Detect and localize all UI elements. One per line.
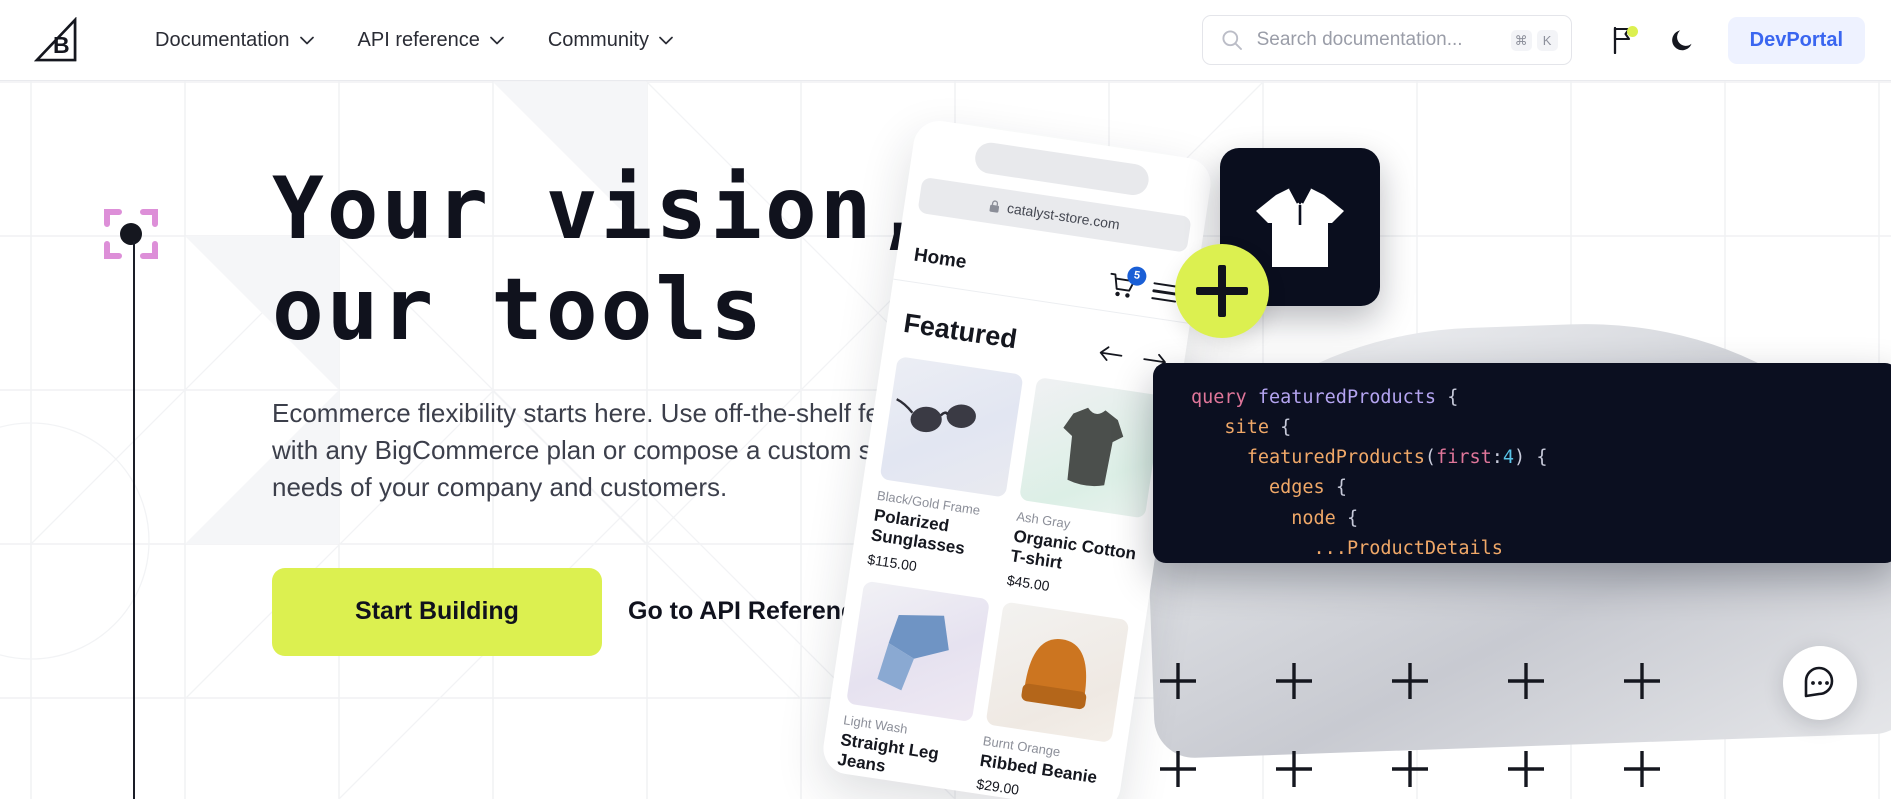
chat-bubble-icon — [1804, 666, 1834, 698]
nav-item-label: API reference — [357, 28, 480, 51]
bigcommerce-logo-icon[interactable]: B — [31, 14, 81, 66]
featured-product-grid: Black/Gold Frame Polarized Sunglasses $1… — [820, 336, 1182, 799]
svg-text:B: B — [53, 32, 70, 58]
focus-reticle-icon — [104, 209, 158, 259]
store-nav-home-link[interactable]: Home — [912, 244, 968, 274]
changelog-flag-button[interactable] — [1600, 17, 1646, 63]
nav-item-documentation[interactable]: Documentation — [133, 21, 336, 60]
product-card[interactable]: Ash Gray Organic Cotton T-shirt $45.00 — [1006, 377, 1163, 606]
chat-widget-button[interactable] — [1783, 646, 1857, 720]
hero-illustration: catalyst-store.com Home 5 Featured Black… — [819, 81, 1891, 799]
nav-item-label: Documentation — [155, 28, 290, 51]
lock-icon — [989, 199, 1000, 213]
shortcut-letter-key: K — [1536, 29, 1558, 51]
notification-badge-dot — [1626, 26, 1638, 37]
chevron-down-icon — [299, 36, 314, 44]
main-navigation: Documentation API reference Community — [133, 21, 695, 60]
reticle-stem-line — [133, 241, 135, 799]
header-actions: Search documentation... ⌘ K DevPortal — [1201, 15, 1865, 65]
start-building-button[interactable]: Start Building — [272, 567, 602, 656]
nav-item-label: Community — [547, 28, 649, 51]
product-card[interactable]: Black/Gold Frame Polarized Sunglasses $1… — [866, 356, 1024, 585]
nav-item-community[interactable]: Community — [526, 21, 695, 60]
search-placeholder: Search documentation... — [1256, 29, 1463, 50]
cart-button[interactable]: 5 — [1107, 265, 1148, 301]
dark-mode-toggle[interactable] — [1660, 17, 1706, 63]
beanie-image — [985, 601, 1130, 743]
shortcut-modifier-key: ⌘ — [1510, 29, 1532, 51]
graphql-code-panel: query featuredProducts { site { featured… — [1153, 363, 1891, 563]
jeans-image — [846, 580, 991, 722]
moon-icon — [1671, 30, 1692, 51]
chevron-down-icon — [659, 36, 673, 44]
hero-section: Your vision, our tools Ecommerce flexibi… — [0, 81, 1891, 799]
devportal-button[interactable]: DevPortal — [1727, 16, 1865, 64]
chevron-down-icon — [489, 36, 504, 44]
store-nav-actions: 5 — [1107, 265, 1179, 308]
site-header: B Documentation API reference Community — [0, 0, 1891, 81]
search-input[interactable]: Search documentation... ⌘ K — [1201, 15, 1572, 65]
tshirt-image — [1019, 377, 1163, 519]
polo-shirt-icon — [1256, 187, 1344, 267]
product-card[interactable]: Light Wash Straight Leg Jeans $89.00 — [833, 580, 991, 799]
search-shortcut-hint: ⌘ K — [1510, 29, 1558, 51]
api-reference-link-label: Go to API Reference — [628, 597, 869, 626]
add-product-button[interactable] — [1175, 244, 1269, 338]
sunglasses-image — [879, 356, 1024, 498]
page-root: B Documentation API reference Community — [0, 0, 1891, 799]
store-url-text: catalyst-store.com — [1006, 199, 1121, 233]
search-icon — [1222, 30, 1242, 50]
nav-item-api-reference[interactable]: API reference — [336, 21, 526, 60]
product-card[interactable]: Burnt Orange Ribbed Beanie $29.00 — [972, 601, 1130, 799]
arrow-left-icon[interactable] — [1097, 344, 1123, 364]
graphql-code-block: query featuredProducts { site { featured… — [1191, 387, 1548, 559]
